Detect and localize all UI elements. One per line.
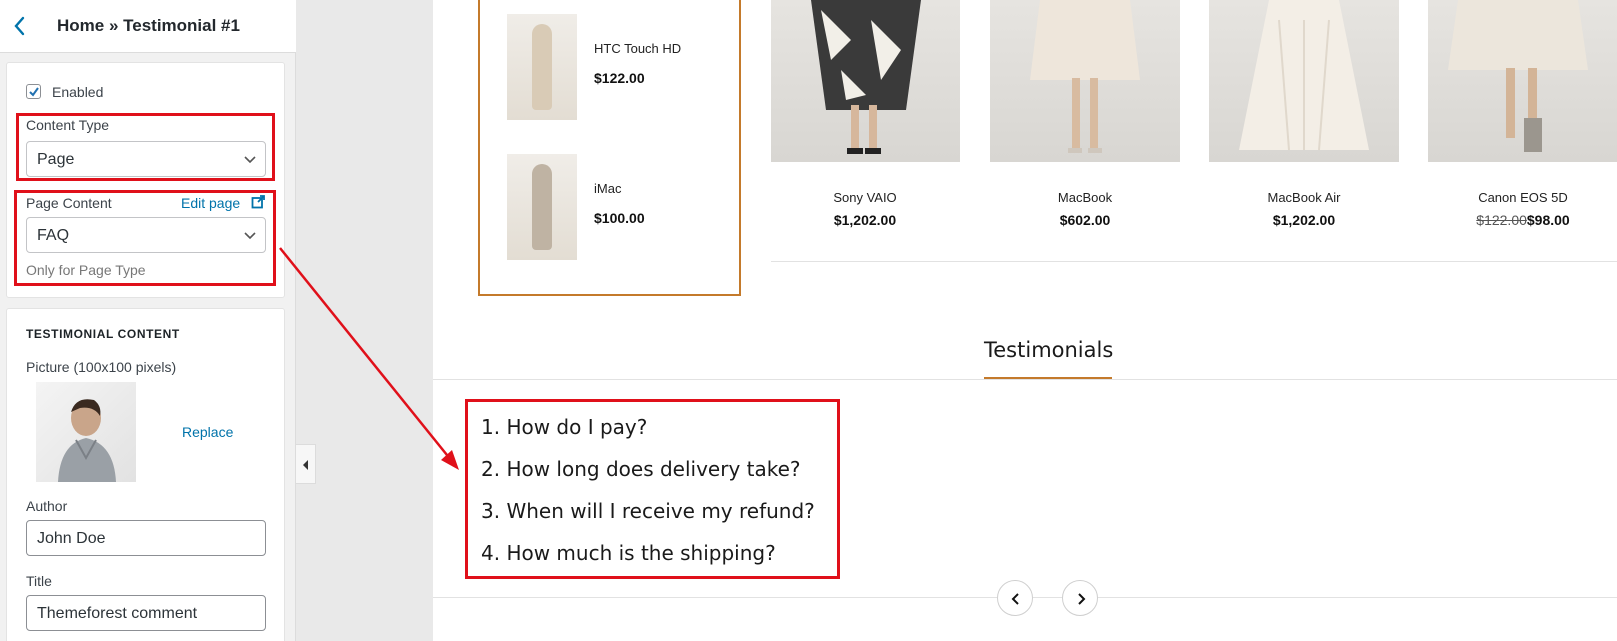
product-figure <box>532 164 552 250</box>
product-name[interactable]: MacBook <box>990 190 1180 205</box>
picture-label: Picture (100x100 pixels) <box>26 359 177 375</box>
author-input-value: John Doe <box>37 530 106 547</box>
sidebar-product-name[interactable]: iMac <box>594 181 621 196</box>
product-price: $98.00 <box>1526 212 1570 228</box>
sidebar-product-name[interactable]: HTC Touch HD <box>594 41 681 56</box>
divider <box>771 261 1617 262</box>
product-image[interactable] <box>771 0 960 162</box>
faq-highlight-box: 1. How do I pay? 2. How long does delive… <box>465 399 840 579</box>
product-image[interactable] <box>1209 0 1399 162</box>
product-old-price: $122.00 <box>1476 212 1527 228</box>
back-button[interactable] <box>8 13 32 39</box>
product-thumb[interactable] <box>507 14 577 120</box>
faq-item[interactable]: 1. How do I pay? <box>481 415 647 439</box>
carousel-next-button[interactable] <box>1062 580 1098 616</box>
breadcrumb: Home » Testimonial #1 <box>57 16 240 35</box>
content-type-highlight <box>16 113 275 181</box>
collapse-panel-button[interactable] <box>296 444 316 484</box>
replace-picture-link[interactable]: Replace <box>182 424 233 440</box>
divider <box>433 379 1617 380</box>
carousel-prev-button[interactable] <box>997 580 1033 616</box>
dress-image <box>1239 0 1369 151</box>
product-image[interactable] <box>990 0 1180 162</box>
avatar-image <box>58 399 116 482</box>
product-name[interactable]: Sony VAIO <box>770 190 960 205</box>
product-name[interactable]: MacBook Air <box>1209 190 1399 205</box>
title-input-value: Themeforest comment <box>37 605 198 622</box>
caret-left-icon <box>303 460 308 470</box>
product-price-group: $122.00$98.00 <box>1428 212 1617 228</box>
chevron-left-icon <box>14 16 25 36</box>
product-name[interactable]: Canon EOS 5D <box>1428 190 1617 205</box>
customizer-panel: Home » Testimonial #1 Enabled Content Ty… <box>0 0 296 641</box>
dress-image <box>1448 0 1588 152</box>
author-input[interactable]: John Doe <box>26 520 266 556</box>
title-input[interactable]: Themeforest comment <box>26 595 266 631</box>
panel-header: Home » Testimonial #1 <box>0 0 296 53</box>
product-figure <box>532 24 552 110</box>
chevron-left-icon <box>1011 593 1019 605</box>
product-image[interactable] <box>1428 0 1617 162</box>
page-content-highlight <box>14 190 276 286</box>
title-label: Title <box>26 573 52 589</box>
testimonial-section-title: TESTIMONIAL CONTENT <box>26 327 180 341</box>
dress-image <box>1030 0 1140 153</box>
enabled-checkbox[interactable] <box>26 84 41 99</box>
sidebar-product-price: $122.00 <box>594 70 645 86</box>
faq-item[interactable]: 3. When will I receive my refund? <box>481 499 815 523</box>
product-price: $1,202.00 <box>1272 212 1336 228</box>
faq-item[interactable]: 2. How long does delivery take? <box>481 457 801 481</box>
section-heading: Testimonials <box>984 338 1114 362</box>
faq-item[interactable]: 4. How much is the shipping? <box>481 541 776 565</box>
author-avatar <box>36 382 136 482</box>
enabled-label: Enabled <box>52 84 104 100</box>
sidebar-product-price: $100.00 <box>594 210 645 226</box>
product-thumb[interactable] <box>507 154 577 260</box>
dress-image <box>811 0 921 154</box>
author-label: Author <box>26 498 68 514</box>
check-icon <box>29 87 39 97</box>
product-price: $602.00 <box>1059 212 1111 228</box>
product-price: $1,202.00 <box>833 212 897 228</box>
chevron-right-icon <box>1078 593 1086 605</box>
